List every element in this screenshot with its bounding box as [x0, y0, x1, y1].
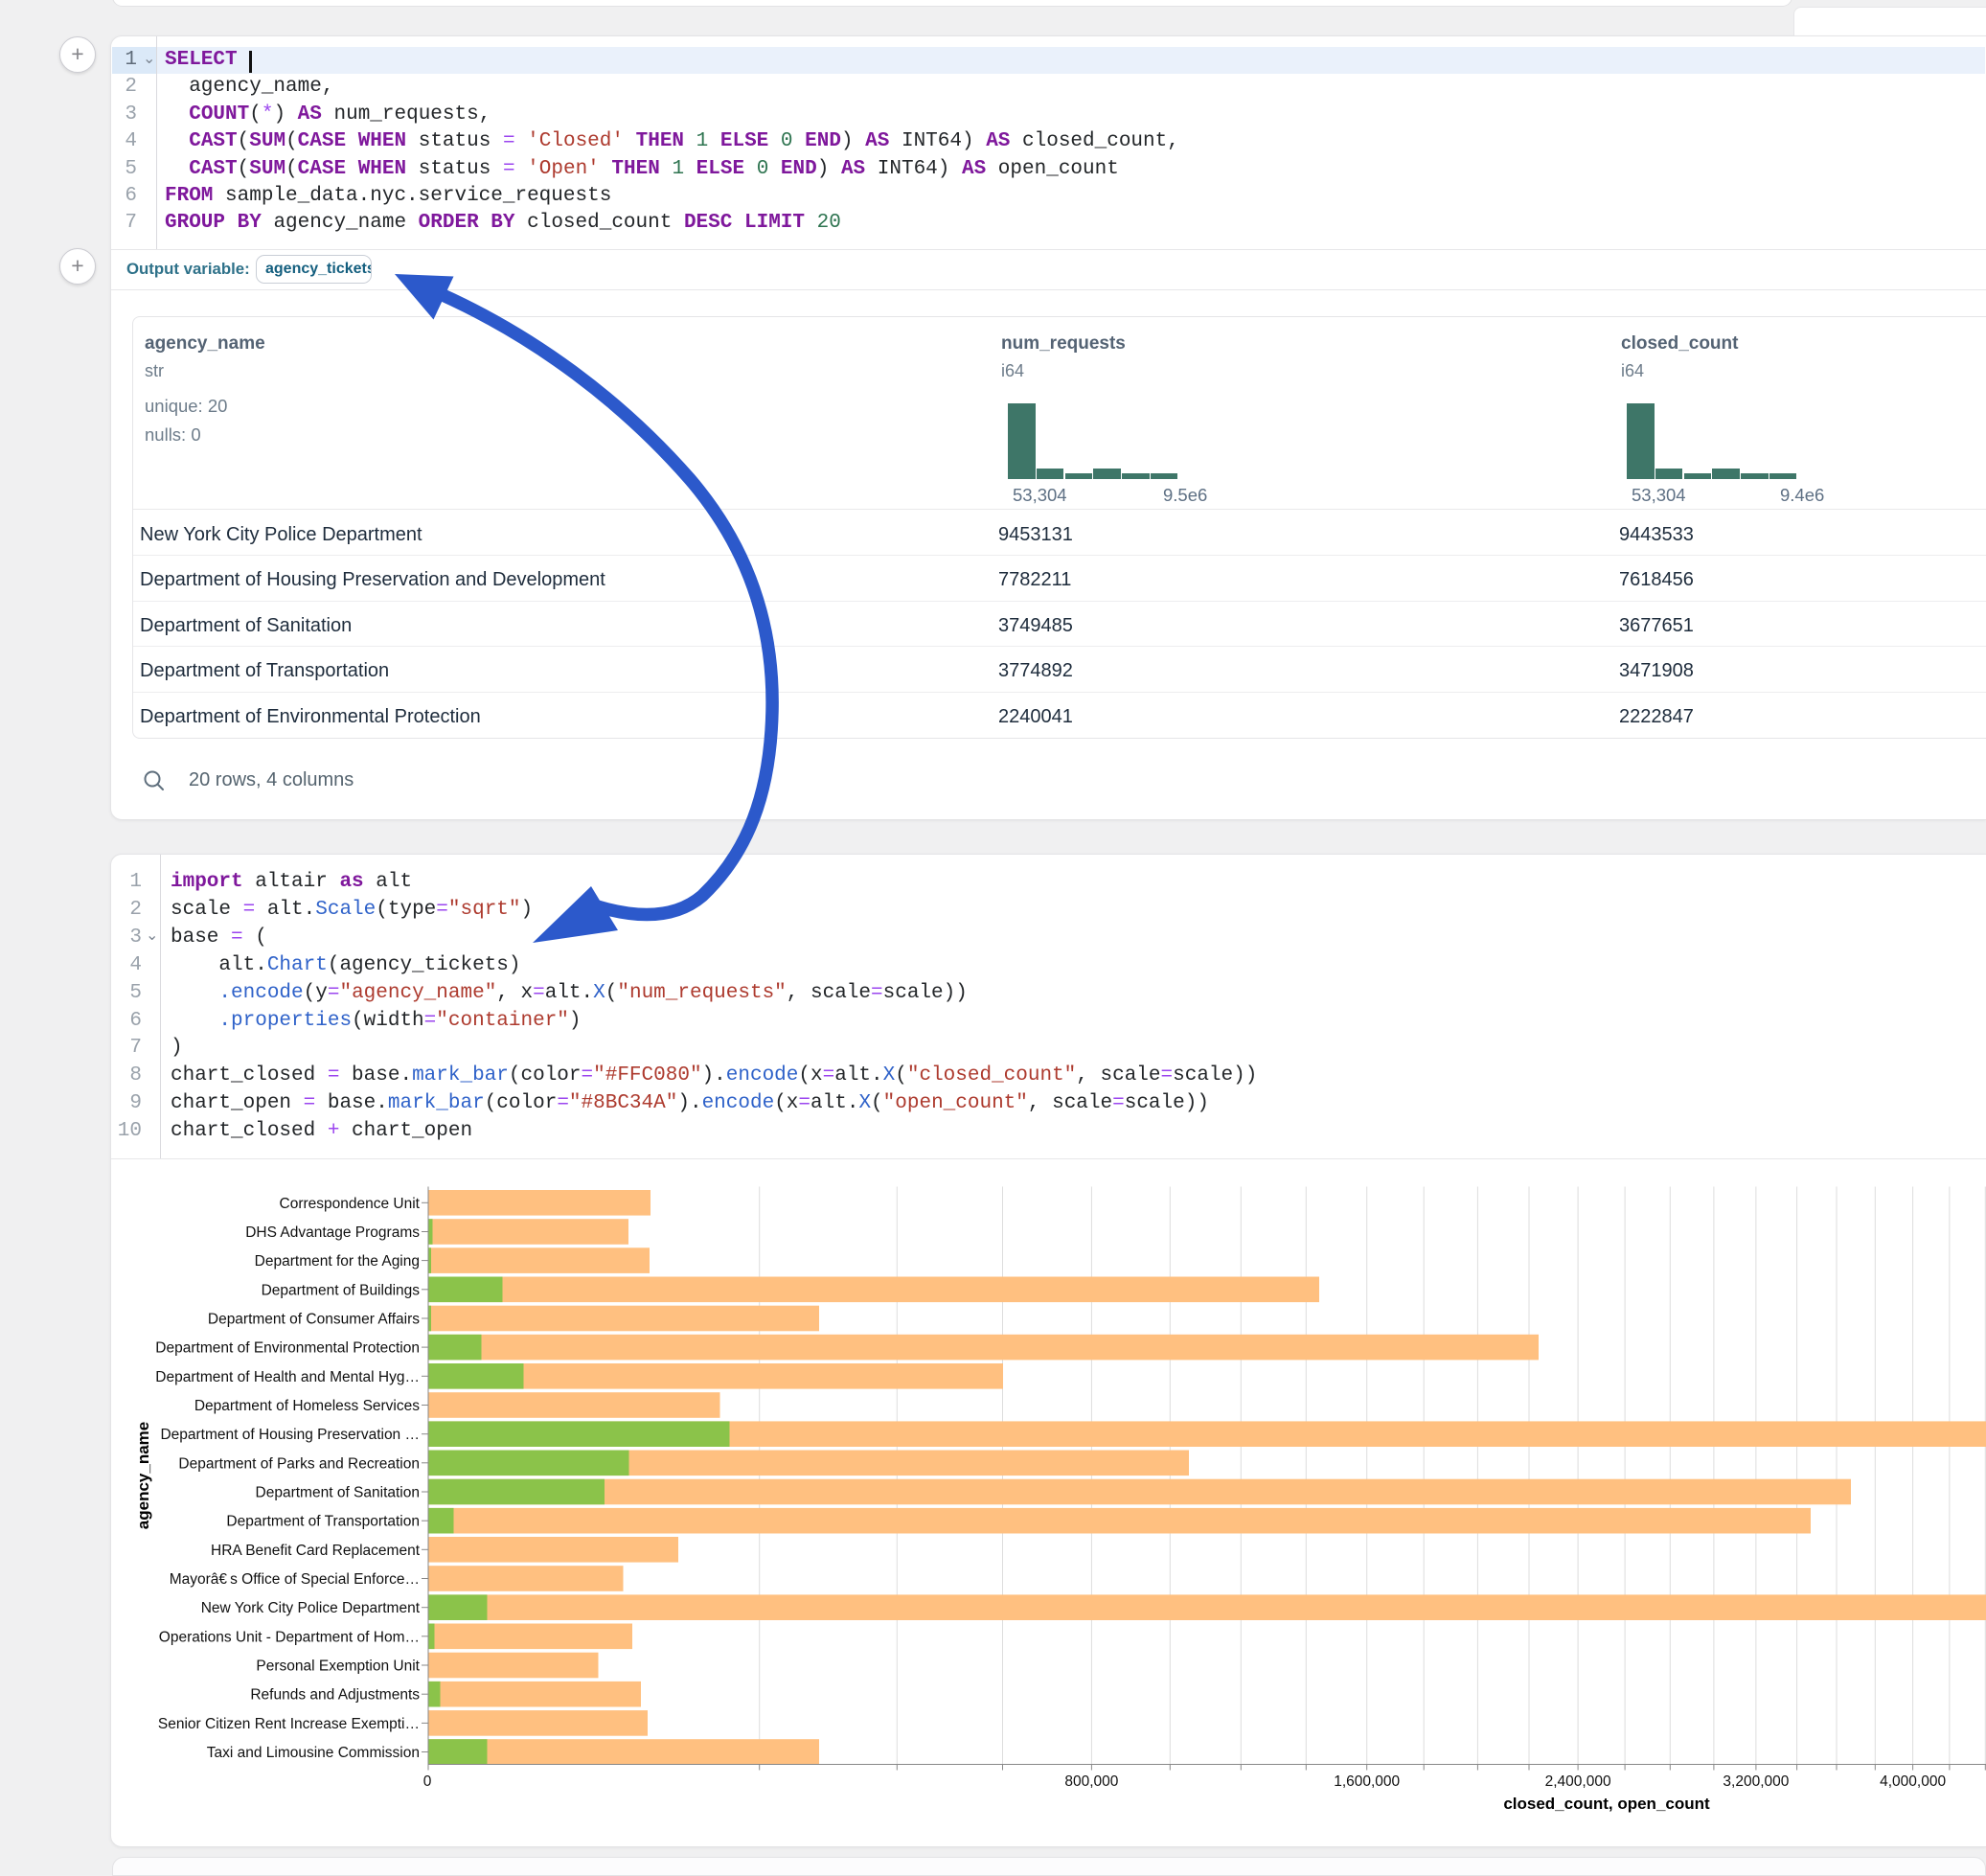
svg-text:Department of Transportation: Department of Transportation: [226, 1514, 420, 1530]
svg-text:Department of Health and Menta: Department of Health and Mental Hyg…: [155, 1369, 420, 1385]
svg-text:Refunds and Adjustments: Refunds and Adjustments: [250, 1687, 420, 1704]
svg-text:Department of Buildings: Department of Buildings: [262, 1282, 421, 1298]
svg-text:agency_name: agency_name: [134, 1422, 152, 1529]
svg-text:Department of Consumer Affairs: Department of Consumer Affairs: [208, 1312, 420, 1328]
svg-text:Senior Citizen Rent Increase E: Senior Citizen Rent Increase Exempti…: [158, 1716, 420, 1732]
svg-text:800,000: 800,000: [1064, 1773, 1118, 1790]
svg-text:Department of Environmental Pr: Department of Environmental Protection: [155, 1340, 420, 1357]
svg-text:Taxi and Limousine Commission: Taxi and Limousine Commission: [207, 1745, 420, 1761]
svg-text:Department of Housing Preserva: Department of Housing Preservation …: [160, 1427, 420, 1443]
svg-text:DHS Advantage Programs: DHS Advantage Programs: [245, 1224, 420, 1241]
svg-text:Operations Unit - Department o: Operations Unit - Department of Hom…: [159, 1629, 420, 1645]
svg-text:Department for the Aging: Department for the Aging: [255, 1253, 420, 1270]
svg-text:Personal Exemption Unit: Personal Exemption Unit: [256, 1659, 420, 1675]
svg-text:Correspondence Unit: Correspondence Unit: [280, 1196, 421, 1212]
svg-text:4,000,000: 4,000,000: [1880, 1773, 1946, 1790]
svg-text:Department of Sanitation: Department of Sanitation: [256, 1485, 420, 1501]
svg-text:HRA Benefit Card Replacement: HRA Benefit Card Replacement: [211, 1543, 421, 1559]
svg-text:2,400,000: 2,400,000: [1545, 1773, 1611, 1790]
svg-text:0: 0: [423, 1773, 432, 1790]
svg-text:Mayorâ€ s Office of Special En: Mayorâ€ s Office of Special Enforce…: [170, 1571, 420, 1588]
svg-text:3,200,000: 3,200,000: [1723, 1773, 1789, 1790]
svg-text:closed_count, open_count: closed_count, open_count: [1503, 1795, 1710, 1813]
svg-text:Department of Parks and Recrea: Department of Parks and Recreation: [178, 1455, 420, 1472]
svg-text:New York City Police Departmen: New York City Police Department: [201, 1600, 421, 1616]
svg-text:1,600,000: 1,600,000: [1334, 1773, 1400, 1790]
svg-text:Department of Homeless Service: Department of Homeless Services: [194, 1398, 420, 1414]
